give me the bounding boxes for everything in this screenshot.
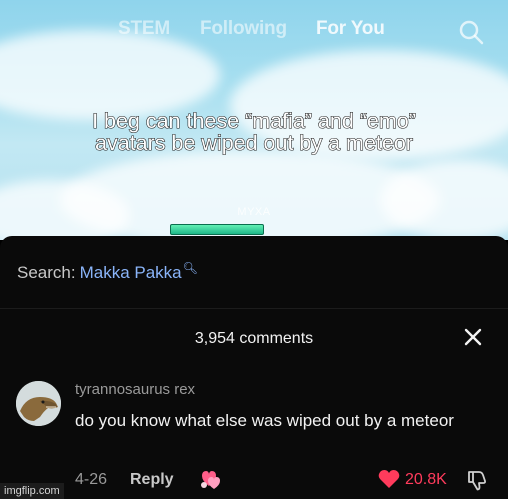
comments-sheet: Search: Makka Pakka🔍︎ 3,954 comments tyra… [0, 236, 508, 499]
tab-following[interactable]: Following [200, 18, 287, 40]
health-bar [170, 224, 264, 235]
caption-line: I beg can these “mafia” and “emo” [92, 109, 417, 133]
tab-for-you[interactable]: For You [316, 18, 385, 40]
search-term-link[interactable]: Makka Pakka [80, 263, 182, 282]
close-icon[interactable] [464, 328, 482, 346]
comment-date: 4-26 [75, 471, 108, 488]
watermark: imgflip.com [0, 483, 64, 499]
divider [0, 308, 508, 309]
comment-username[interactable]: tyrannosaurus rex [75, 381, 195, 398]
reply-button[interactable]: Reply [130, 471, 174, 489]
dinosaur-avatar-icon [16, 381, 61, 426]
sticker-icon [201, 471, 220, 489]
search-icon[interactable] [458, 19, 484, 45]
video-caption: I beg can these “mafia” and “emo” avatar… [0, 109, 508, 155]
caption-line: avatars be wiped out by a meteor [94, 131, 413, 155]
search-prefix: Search: [17, 263, 76, 282]
comment-count: 3,954 comments [194, 330, 314, 347]
search-icon: 🔍︎ [182, 261, 198, 275]
dislike-icon[interactable] [466, 469, 488, 491]
video-background[interactable]: STEM Following For You I beg can these “… [0, 0, 508, 240]
avatar[interactable] [16, 381, 61, 426]
search-suggestion[interactable]: Search: Makka Pakka🔍︎ [17, 261, 198, 283]
heart-icon[interactable] [378, 469, 400, 489]
comment-text: do you know what else was wiped out by a… [75, 411, 454, 430]
feed-tabs: STEM Following For You [0, 18, 508, 42]
character-nametag: MYXA [237, 206, 271, 218]
tab-stem[interactable]: STEM [118, 18, 170, 40]
like-count: 20.8K [405, 471, 447, 488]
